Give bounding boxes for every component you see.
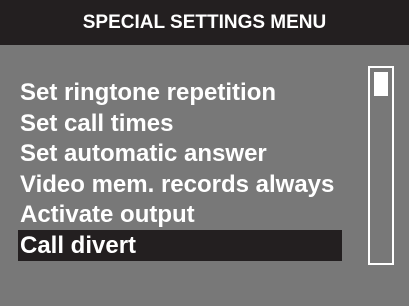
menu-item-call-divert-selected[interactable]: Call divert [18,229,342,261]
settings-menu-list: Set ringtone repetition Set call times S… [18,77,363,261]
menu-item-set-call-times[interactable]: Set call times [18,108,363,139]
menu-title: SPECIAL SETTINGS MENU [82,12,327,33]
menu-item-activate-output[interactable]: Activate output [18,199,363,230]
menu-item-set-automatic-answer[interactable]: Set automatic answer [18,138,363,169]
scrollbar[interactable] [368,66,394,265]
menu-title-bar: SPECIAL SETTINGS MENU [0,0,409,45]
menu-item-video-mem-records-always[interactable]: Video mem. records always [18,169,363,200]
menu-item-set-ringtone-repetition[interactable]: Set ringtone repetition [18,77,363,108]
scrollbar-thumb[interactable] [374,72,388,96]
